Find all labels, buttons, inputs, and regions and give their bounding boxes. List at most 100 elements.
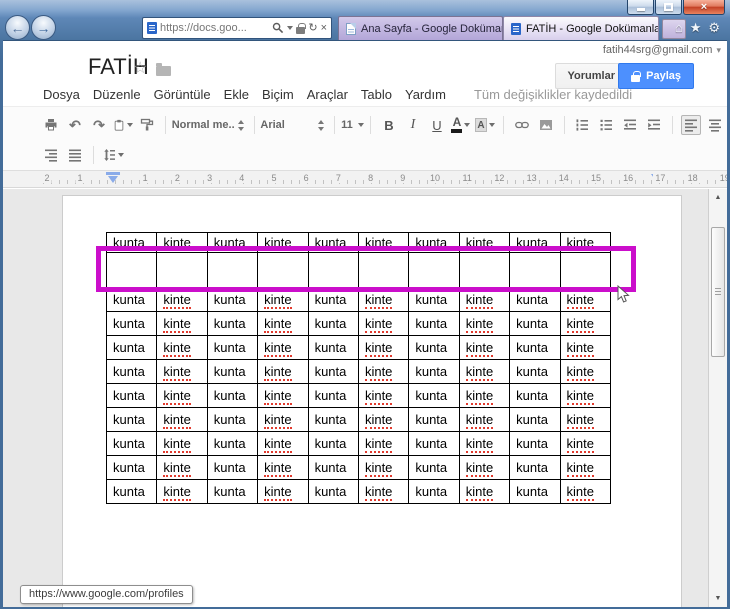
insert-link-button[interactable] (512, 115, 532, 135)
tab-fatih[interactable]: FATİH - Google Dokümanlar × (503, 16, 659, 40)
table-cell[interactable]: kunta (206, 431, 259, 456)
table-cell[interactable]: kunta (206, 311, 259, 336)
table-cell[interactable]: kinte (257, 431, 309, 456)
table-cell[interactable]: kinte (257, 407, 309, 432)
table-cell[interactable]: kinte (156, 311, 208, 336)
table-cell[interactable]: kinte (156, 359, 208, 384)
table-cell[interactable]: kinte (156, 407, 208, 432)
minimize-button[interactable] (627, 0, 654, 15)
menu-yardım[interactable]: Yardım (405, 87, 446, 102)
table-cell[interactable]: kinte (559, 311, 612, 336)
increase-indent-button[interactable] (644, 115, 664, 135)
table-cell[interactable]: kinte (559, 383, 612, 408)
highlight-color-button[interactable]: A (474, 115, 495, 135)
table-cell[interactable]: kunta (408, 383, 460, 408)
paint-format-button[interactable] (137, 115, 157, 135)
italic-button[interactable]: I (403, 115, 423, 135)
table-cell[interactable]: kunta (509, 335, 561, 360)
scroll-down-icon[interactable]: ▼ (709, 595, 727, 602)
table-cell[interactable]: kunta (105, 455, 158, 480)
table-cell[interactable]: kinte (458, 407, 511, 432)
font-selector[interactable]: Arial (260, 119, 328, 131)
table-cell[interactable]: kinte (357, 359, 410, 384)
table-cell[interactable]: kunta (509, 455, 561, 480)
table-cell[interactable]: kunta (206, 359, 259, 384)
table-cell[interactable]: kunta (307, 455, 359, 480)
bold-button[interactable]: B (379, 115, 399, 135)
table-cell[interactable]: kunta (408, 311, 460, 336)
table-cell[interactable]: kunta (509, 407, 561, 432)
table-cell[interactable]: kinte (559, 479, 612, 504)
table-cell[interactable]: kinte (156, 335, 208, 360)
table-cell[interactable]: kunta (307, 383, 359, 408)
underline-button[interactable]: U (427, 115, 447, 135)
back-button[interactable]: ← (5, 15, 30, 40)
table-cell[interactable]: kunta (206, 383, 259, 408)
table-cell[interactable]: kunta (307, 407, 359, 432)
home-icon[interactable]: ⌂ (675, 20, 683, 36)
comments-button[interactable]: Yorumlar (554, 63, 628, 89)
table-cell[interactable]: kinte (156, 479, 208, 504)
stop-icon[interactable]: × (321, 22, 327, 34)
table-cell[interactable]: kinte (458, 431, 511, 456)
table-cell[interactable]: kinte (156, 383, 208, 408)
table-cell[interactable]: kinte (559, 407, 612, 432)
star-document-icon[interactable]: ☆ (133, 58, 147, 78)
table-cell[interactable]: kinte (156, 455, 208, 480)
table-cell[interactable]: kinte (156, 431, 208, 456)
table-cell[interactable]: kunta (509, 359, 561, 384)
table-cell[interactable]: kinte (458, 335, 511, 360)
table-cell[interactable]: kunta (206, 335, 259, 360)
table-cell[interactable]: kunta (509, 431, 561, 456)
address-bar[interactable]: https://docs.goo... ↻ × (142, 17, 332, 39)
table-cell[interactable]: kunta (509, 479, 561, 504)
text-color-button[interactable]: A (451, 115, 471, 135)
table-cell[interactable]: kinte (257, 479, 309, 504)
maximize-button[interactable] (655, 0, 682, 15)
table-cell[interactable]: kinte (357, 335, 410, 360)
table-cell[interactable]: kunta (206, 479, 259, 504)
scroll-up-icon[interactable]: ▲ (709, 194, 727, 201)
refresh-icon[interactable]: ↻ (308, 22, 317, 34)
table-cell[interactable]: kinte (357, 407, 410, 432)
table-cell[interactable]: kunta (307, 359, 359, 384)
table-cell[interactable]: kunta (307, 479, 359, 504)
vertical-scrollbar[interactable]: ▲ ▼ (708, 189, 727, 607)
table-cell[interactable]: kinte (559, 359, 612, 384)
table-cell[interactable]: kinte (559, 335, 612, 360)
web-clipboard-button[interactable] (113, 115, 133, 135)
favorites-star-icon[interactable]: ★ (690, 20, 702, 36)
undo-button[interactable]: ↶ (65, 115, 85, 135)
table-cell[interactable]: kunta (408, 359, 460, 384)
menu-tablo[interactable]: Tablo (361, 87, 392, 102)
search-dropdown-icon[interactable] (287, 26, 294, 30)
print-button[interactable] (41, 115, 61, 135)
menu-görüntüle[interactable]: Görüntüle (154, 87, 211, 102)
menu-dosya[interactable]: Dosya (43, 87, 80, 102)
style-stepper-icon[interactable] (237, 119, 244, 131)
table-cell[interactable]: kinte (357, 383, 410, 408)
bullet-list-button[interactable] (596, 115, 616, 135)
table-cell[interactable]: kinte (458, 311, 511, 336)
table-cell[interactable]: kinte (257, 359, 309, 384)
table-cell[interactable]: kunta (408, 335, 460, 360)
table-cell[interactable]: kunta (105, 431, 158, 456)
table-cell[interactable]: kinte (357, 479, 410, 504)
font-size-selector[interactable]: 11 (341, 119, 365, 131)
menu-araçlar[interactable]: Araçlar (307, 87, 348, 102)
table-cell[interactable]: kunta (105, 311, 158, 336)
align-left-button[interactable] (681, 115, 702, 135)
table-cell[interactable]: kunta (105, 359, 158, 384)
table-cell[interactable]: kinte (357, 455, 410, 480)
redo-button[interactable]: ↷ (89, 115, 109, 135)
table-cell[interactable]: kinte (357, 311, 410, 336)
table-cell[interactable]: kunta (307, 431, 359, 456)
font-stepper-icon[interactable] (318, 119, 325, 131)
table-cell[interactable]: kunta (206, 455, 259, 480)
tab-ana-sayfa[interactable]: Ana Sayfa - Google Dokümanlar (338, 16, 503, 40)
table-cell[interactable]: kinte (458, 455, 511, 480)
table-cell[interactable]: kinte (458, 383, 511, 408)
first-line-indent-marker[interactable] (106, 172, 120, 175)
table-cell[interactable]: kinte (257, 311, 309, 336)
table-cell[interactable]: kunta (408, 455, 460, 480)
